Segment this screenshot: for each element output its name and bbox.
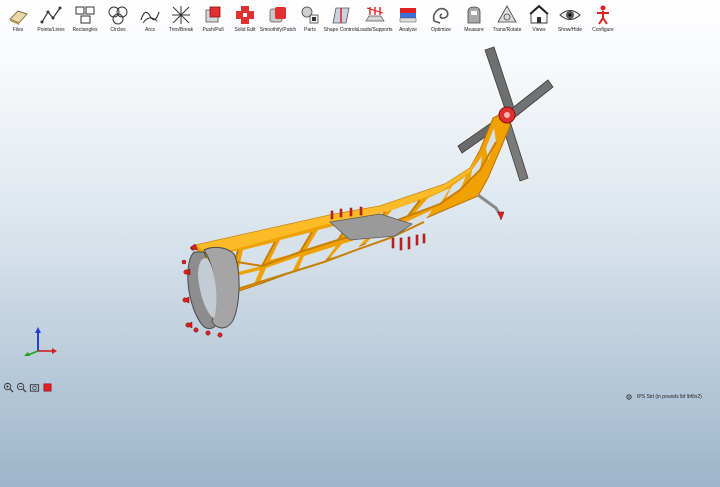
push-pull-icon (205, 6, 221, 23)
shape-controls-label: Shape Controls (323, 27, 359, 33)
solid-edit-icon (236, 6, 254, 24)
shape-controls-button[interactable]: Shape Controls (324, 0, 358, 33)
smoothify-patch-icon (269, 7, 286, 23)
view-navigation-bar (3, 382, 53, 393)
views-label: Views (532, 27, 546, 33)
arcs-icon (140, 11, 160, 24)
parts-button[interactable]: Parts (296, 0, 324, 33)
measure-button[interactable]: Measure (458, 0, 490, 33)
trans-rotate-button[interactable]: Trans/Rotate (490, 0, 524, 33)
show-hide-button[interactable]: Show/Hide (554, 0, 586, 33)
circles-icon (108, 6, 128, 25)
solid-edit-button[interactable]: Solid Edit (230, 0, 260, 33)
arcs-button[interactable]: Arcs (134, 0, 166, 33)
helicopter-frame-model[interactable] (181, 46, 554, 338)
tail-strut (477, 193, 502, 216)
push-pull-label: Push/Pull (202, 27, 224, 33)
views-button[interactable]: Views (524, 0, 554, 33)
fit-view-icon[interactable] (29, 382, 40, 393)
trim-break-button[interactable]: Trim/Break (166, 0, 196, 33)
files-button[interactable]: Files (2, 0, 34, 33)
points-lines-button[interactable]: Points/Lines (34, 0, 68, 33)
solid-edit-label: Solid Edit (234, 27, 256, 33)
trans-rotate-icon (497, 5, 517, 23)
loads-supports-icon (365, 7, 385, 22)
circles-button[interactable]: Circles (102, 0, 134, 33)
shape-controls-icon (332, 7, 350, 24)
points-lines-label: Points/Lines (37, 27, 65, 33)
record-icon[interactable] (42, 382, 53, 393)
zoom-out-icon[interactable] (16, 382, 27, 393)
rectangles-label: Rectangles (72, 27, 98, 33)
trim-break-label: Trim/Break (168, 27, 194, 33)
analyze-button[interactable]: Analyze (392, 0, 424, 33)
analyze-label: Analyze (399, 27, 417, 33)
circles-label: Circles (110, 27, 126, 33)
trans-rotate-label: Trans/Rotate (492, 27, 522, 33)
analyze-icon (399, 8, 417, 23)
coordinate-triad (24, 327, 57, 356)
optimize-label: Optimize (431, 27, 451, 33)
show-hide-icon (559, 10, 581, 20)
arcs-label: Arcs (145, 27, 155, 33)
files-label: Files (12, 27, 24, 33)
loads-supports-button[interactable]: Loads/Supports (357, 0, 393, 33)
model-viewport[interactable] (0, 40, 720, 487)
optimize-button[interactable]: Optimize (424, 0, 458, 33)
loads-supports-label: Loads/Supports (357, 27, 393, 33)
smoothify-patch-button[interactable]: Smoothify/Patch (260, 0, 296, 33)
rectangles-button[interactable]: Rectangles (68, 0, 102, 33)
points-lines-icon (40, 6, 62, 24)
units-status[interactable]: IPS Std (in pounds lbf lbf/in2) (626, 394, 702, 400)
configure-icon (597, 5, 609, 25)
files-icon (9, 10, 28, 25)
views-icon (529, 4, 549, 24)
parts-icon (301, 6, 319, 24)
settings-icon (626, 394, 632, 400)
ribbon-toolbar: Files Points/Lines Rectangles Circles Ar… (0, 0, 720, 40)
configure-button[interactable]: Configure (586, 0, 620, 33)
optimize-icon (432, 7, 449, 24)
measure-label: Measure (464, 27, 484, 33)
measure-icon (467, 6, 481, 24)
front-bulkhead-ring (187, 246, 240, 329)
smoothify-patch-label: Smoothify/Patch (259, 27, 297, 33)
zoom-in-icon[interactable] (3, 382, 14, 393)
tail-hub-center (504, 112, 510, 118)
trim-break-icon (172, 6, 190, 24)
push-pull-button[interactable]: Push/Pull (196, 0, 230, 33)
show-hide-label: Show/Hide (557, 27, 583, 33)
rectangles-icon (75, 6, 95, 24)
configure-label: Configure (592, 27, 614, 33)
units-label: IPS Std (in pounds lbf lbf/in2) (637, 394, 702, 400)
parts-label: Parts (304, 27, 316, 33)
